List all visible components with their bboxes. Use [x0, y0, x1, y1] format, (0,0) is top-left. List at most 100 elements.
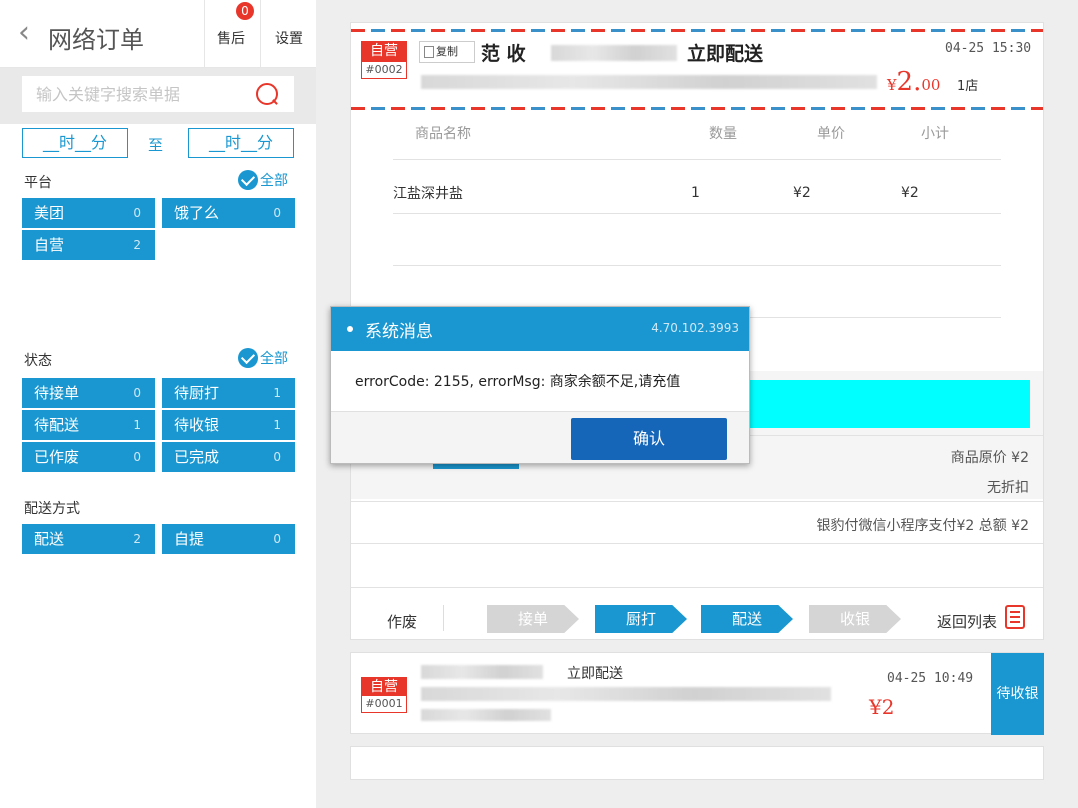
customer-name: 范 收 [481, 43, 526, 65]
payment-info: 银豹付微信小程序支付¥2 总额 ¥2 [816, 518, 1029, 534]
filter-label: 待接单 [34, 384, 80, 402]
filter-status-voided[interactable]: 已作废 0 [22, 442, 155, 472]
chevron-left-icon[interactable]: ‹ [18, 18, 30, 48]
divider [393, 159, 1001, 160]
filter-count: 1 [273, 418, 281, 432]
back-to-list-button[interactable]: 返回列表 [937, 611, 997, 632]
search-box [22, 76, 294, 112]
filter-count: 0 [273, 206, 281, 220]
delivery-mode: 立即配送 [687, 43, 764, 65]
redacted-address [421, 687, 831, 701]
system-message-dialog: 系统消息 4.70.102.3993 errorCode: 2155, erro… [330, 306, 750, 464]
filter-count: 2 [133, 238, 141, 252]
filter-count: 0 [133, 206, 141, 220]
end-time-field[interactable]: __时__分 [188, 128, 294, 158]
order-time: 04-25 10:49 [887, 671, 974, 686]
col-subtotal: 小计 [921, 126, 949, 142]
filter-status-pending-checkout[interactable]: 待收银 1 [162, 410, 295, 440]
check-circle-icon [238, 170, 258, 190]
header: ‹ 网络订单 0 售后 设置 [0, 0, 316, 68]
filter-status-completed[interactable]: 已完成 0 [162, 442, 295, 472]
search-bar [0, 68, 316, 124]
order-time: 04-25 15:30 [945, 41, 1032, 56]
dialog-footer: 确认 [331, 411, 749, 463]
time-separator: 至 [148, 136, 164, 154]
filter-delivery-deliver[interactable]: 配送 2 [22, 524, 155, 554]
copy-button[interactable]: 复制 [419, 41, 475, 63]
envelope-border-bottom [351, 107, 1043, 110]
envelope-border-top [351, 29, 1043, 32]
filter-count: 1 [273, 386, 281, 400]
delivery-mode: 立即配送 [567, 666, 623, 682]
void-button[interactable]: 作废 [387, 611, 417, 632]
filter-status-pending-delivery[interactable]: 待配送 1 [22, 410, 155, 440]
order-source-tag: 自营 [361, 41, 407, 61]
divider [351, 543, 1043, 544]
divider [393, 265, 1001, 266]
item-name: 江盐深井盐 [393, 186, 463, 202]
delivery-method-label: 配送方式 [24, 501, 80, 517]
page-title: 网络订单 [48, 26, 144, 54]
amount-decimal: 00 [921, 76, 941, 94]
filter-platform-self[interactable]: 自营 2 [22, 230, 155, 260]
divider [351, 587, 1043, 588]
bullet-icon [347, 326, 353, 332]
search-input[interactable] [36, 82, 236, 106]
settings-button[interactable]: 设置 [260, 0, 316, 68]
filter-label: 配送 [34, 530, 65, 548]
filter-count: 2 [133, 532, 141, 546]
filter-label: 已作废 [34, 448, 80, 466]
filter-status-pending-accept[interactable]: 待接单 0 [22, 378, 155, 408]
filter-count: 0 [273, 532, 281, 546]
order-number: #0002 [361, 61, 407, 79]
item-qty: 1 [691, 185, 700, 201]
order-actions: 作废 接单 厨打 配送 收银 返回列表 [351, 595, 1043, 641]
filter-label: 自提 [174, 530, 205, 548]
confirm-button[interactable]: 确认 [571, 418, 727, 460]
filter-label: 待厨打 [174, 384, 220, 402]
list-icon[interactable] [1005, 605, 1025, 629]
filter-status-pending-kitchen[interactable]: 待厨打 1 [162, 378, 295, 408]
copy-label: 复制 [436, 45, 458, 58]
start-time-field[interactable]: __时__分 [22, 128, 128, 158]
step-checkout[interactable]: 收银 [809, 605, 901, 633]
version-label: 4.70.102.3993 [651, 321, 739, 335]
col-unit-price: 单价 [817, 126, 845, 142]
order-card[interactable] [350, 746, 1044, 780]
order-status-badge[interactable]: 待收银 [991, 653, 1044, 735]
divider [443, 605, 444, 631]
platform-all-toggle[interactable]: 全部 [238, 170, 288, 190]
filter-label: 待配送 [34, 416, 80, 434]
filter-label: 已完成 [174, 448, 220, 466]
filter-count: 0 [133, 450, 141, 464]
filter-count: 1 [133, 418, 141, 432]
after-sales-label: 售后 [217, 31, 245, 47]
dialog-message: errorCode: 2155, errorMsg: 商家余额不足,请充值 [355, 374, 681, 390]
after-sales-badge: 0 [236, 2, 254, 20]
order-number: #0001 [361, 695, 407, 713]
after-sales-button[interactable]: 0 售后 [204, 0, 256, 68]
copy-icon [424, 46, 434, 58]
status-all-label: 全部 [260, 351, 288, 367]
divider [351, 501, 1043, 502]
amount-currency: ¥ [887, 76, 897, 94]
status-all-toggle[interactable]: 全部 [238, 348, 288, 368]
filter-count: 0 [133, 386, 141, 400]
discount-info: 无折扣 [987, 480, 1029, 496]
filter-count: 0 [273, 450, 281, 464]
check-circle-icon [238, 348, 258, 368]
order-amount: ¥2 [869, 695, 895, 719]
filter-delivery-pickup[interactable]: 自提 0 [162, 524, 295, 554]
col-quantity: 数量 [709, 126, 737, 142]
status-label: 状态 [24, 353, 52, 369]
item-subtotal: ¥2 [901, 185, 919, 201]
step-accept[interactable]: 接单 [487, 605, 579, 633]
order-card[interactable]: 立即配送 自营 #0001 04-25 10:49 ¥2 待收银 [350, 652, 1044, 735]
step-deliver[interactable]: 配送 [701, 605, 793, 633]
search-icon[interactable] [256, 83, 278, 105]
original-price: 商品原价 ¥2 [950, 450, 1029, 466]
filter-platform-eleme[interactable]: 饿了么 0 [162, 198, 295, 228]
filter-platform-meituan[interactable]: 美团 0 [22, 198, 155, 228]
dialog-header: 系统消息 4.70.102.3993 [331, 307, 749, 351]
step-kitchen-print[interactable]: 厨打 [595, 605, 687, 633]
